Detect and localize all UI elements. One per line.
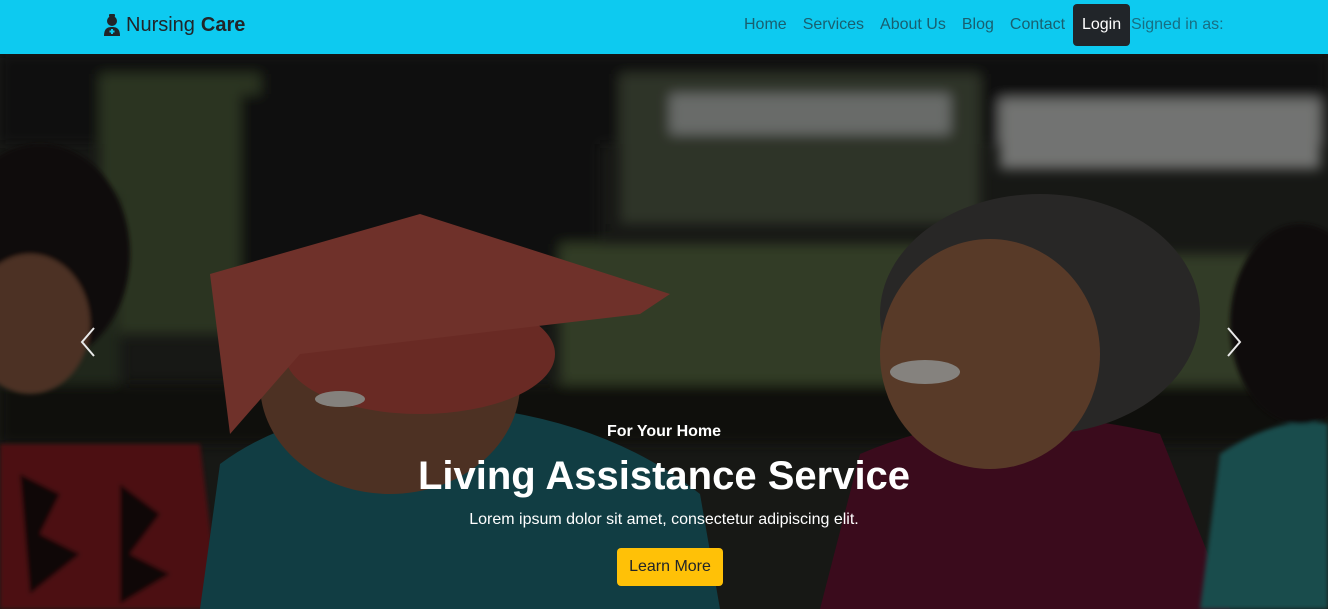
signed-in-label: Signed in as:: [1131, 16, 1224, 33]
nav-contact[interactable]: Contact: [1002, 5, 1073, 45]
nurse-icon: [104, 14, 120, 36]
nav-services[interactable]: Services: [795, 5, 872, 45]
nav-blog[interactable]: Blog: [954, 5, 1002, 45]
chevron-left-icon[interactable]: [74, 322, 104, 362]
brand-name: Nursing: [126, 13, 195, 36]
hero-title: Living Assistance Service: [417, 454, 911, 498]
chevron-right-icon[interactable]: [1220, 322, 1250, 362]
brand-name-bold: Care: [200, 13, 246, 36]
brand-logo[interactable]: Nursing Care: [103, 12, 245, 38]
nav-links: Home Services About Us Blog Contact Logi…: [736, 4, 1224, 46]
hero-text: Lorem ipsum dolor sit amet, consectetur …: [469, 511, 859, 528]
hero-carousel: For Your Home Living Assistance Service …: [0, 54, 1328, 609]
hero-kicker: For Your Home: [606, 423, 722, 440]
learn-more-button[interactable]: Learn More: [617, 548, 723, 586]
nav-home[interactable]: Home: [736, 5, 795, 45]
top-navbar: Nursing Care Home Services About Us Blog…: [0, 0, 1328, 54]
login-button[interactable]: Login: [1073, 4, 1131, 46]
nav-about-us[interactable]: About Us: [872, 5, 954, 45]
